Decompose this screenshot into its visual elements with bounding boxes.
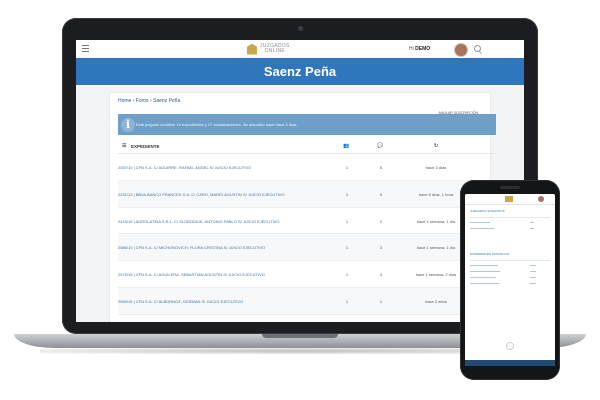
- refresh-icon: ↻: [434, 143, 439, 149]
- username: DEMO: [415, 46, 431, 52]
- expediente-link[interactable]: 2569/15 | CFN S.A. C/ ALBORNOZ, GERMAN S…: [118, 299, 243, 304]
- expedientes-table: ☰ EXPEDIENTE 👥 💬 ↻ 2057/15 | CFN S.A. C/…: [118, 139, 496, 322]
- search-icon[interactable]: [474, 45, 481, 52]
- table-row[interactable]: 2231/12 | BBVA BANCO FRANCES S.A. C/ CAR…: [118, 180, 496, 208]
- phone-section-expedientes: EXPEDIENTES SUSCRITOS: [470, 252, 510, 256]
- comments-count: 3: [379, 245, 383, 251]
- logo-text: JUZGADOS ONLINE: [260, 43, 290, 54]
- breadcrumb[interactable]: Home › Foros › Saenz Peña: [118, 98, 180, 104]
- expediente-link[interactable]: 2057/15 | CFN S.A. C/ AGUIRRE, RAFAEL AN…: [118, 165, 251, 170]
- page-banner: Saenz Peña: [76, 58, 524, 85]
- users-icon: 👥: [343, 143, 350, 149]
- app-logo[interactable]: JUZGADOS ONLINE: [247, 42, 290, 56]
- followers-count: 1: [345, 191, 349, 197]
- updated-time: hace 1 semana, 2 días: [415, 272, 457, 278]
- comments-icon: 💬: [377, 143, 384, 149]
- info-alert: i Este juzgado contiene 10 expedientes y…: [118, 114, 496, 135]
- comments-count: 5: [379, 165, 383, 170]
- phone-avatar[interactable]: [538, 196, 544, 202]
- col-expediente[interactable]: EXPEDIENTE: [131, 144, 160, 149]
- updated-time: hace 3 días: [425, 165, 447, 170]
- expediente-link[interactable]: 2231/12 | BBVA BANCO FRANCES S.A. C/ CAR…: [118, 192, 285, 197]
- table-header: ☰ EXPEDIENTE 👥 💬 ↻: [118, 139, 496, 154]
- comments-count: 9: [379, 191, 383, 197]
- divider: [470, 260, 550, 261]
- followers-count: 1: [345, 165, 349, 170]
- expediente-link[interactable]: 2415/15 | AGROLATINA S.R.L. C/ SLOBODIUK…: [118, 219, 280, 224]
- table-row[interactable]: 2569/15 | CFN S.A. C/ ALBORNOZ, GERMAN S…: [118, 287, 496, 315]
- updated-time: hace 1 semana, 1 día: [416, 218, 456, 224]
- followers-count: 1: [345, 298, 349, 304]
- updated-time: hace 2 años: [425, 298, 447, 304]
- app-header: JUZGADOS ONLINE Hi DEMO: [76, 40, 524, 59]
- table-row[interactable]: 2057/15 | CFN S.A. C/ AGUIRRE, RAFAEL AN…: [118, 154, 496, 181]
- info-icon: i: [121, 118, 135, 132]
- courthouse-icon: [247, 43, 257, 55]
- user-greeting: Hi DEMO: [409, 46, 431, 52]
- avatar[interactable]: [454, 43, 468, 57]
- updated-time: hace 1 semana, 1 día: [416, 245, 456, 251]
- phone-section-juzgados: JUZGADOS SUSCRITOS: [470, 209, 505, 213]
- loading-icon: [506, 342, 514, 350]
- phone-logo: [505, 196, 513, 202]
- expediente-link[interactable]: 2586/15 | CFN S.A. C/ MICHONOVICH, FLORA…: [118, 245, 265, 250]
- table-row[interactable]: 2415/15 | AGROLATINA S.R.L. C/ SLOBODIUK…: [118, 208, 496, 235]
- expediente-link[interactable]: 2575/15 | CFN S.A. C/ AGUILERA, SEBASTIA…: [118, 272, 265, 277]
- laptop-screen: JUZGADOS ONLINE Hi DEMO Saenz Peña Home …: [76, 40, 524, 322]
- phone-speaker: [500, 186, 520, 189]
- phone-frame: JUZGADOS SUSCRITOS EXPEDIENTES SUSCRITOS: [460, 180, 560, 380]
- divider: [470, 217, 550, 218]
- followers-count: 1: [345, 245, 349, 251]
- phone-header: [465, 194, 555, 205]
- menu-icon[interactable]: [82, 45, 89, 52]
- comments-count: 2: [379, 218, 383, 224]
- phone-screen: JUZGADOS SUSCRITOS EXPEDIENTES SUSCRITOS: [465, 194, 555, 366]
- table-row[interactable]: 2560/15 | AGROLATINA S.R.L. C/ BERNAL AR…: [118, 315, 496, 322]
- list-icon: ☰: [122, 143, 127, 149]
- list-item[interactable]: [470, 281, 550, 287]
- followers-count: 1: [345, 218, 349, 224]
- comments-count: 1: [379, 298, 383, 304]
- page-title: Saenz Peña: [263, 64, 337, 79]
- laptop-notch: [262, 334, 338, 338]
- laptop-camera: [298, 26, 303, 31]
- updated-time: hace 5 días, 1 hora: [418, 191, 454, 197]
- table-row[interactable]: 2586/15 | CFN S.A. C/ MICHONOVICH, FLORA…: [118, 234, 496, 262]
- info-text: Este juzgado contiene 10 expedientes y 2…: [136, 122, 298, 127]
- comments-count: 3: [379, 272, 383, 278]
- followers-count: 1: [345, 272, 349, 278]
- content-card: Home › Foros › Saenz Peña ANULAR SUSCRIP…: [110, 93, 496, 322]
- list-item[interactable]: [470, 226, 550, 232]
- table-row[interactable]: 2575/15 | CFN S.A. C/ AGUILERA, SEBASTIA…: [118, 261, 496, 288]
- phone-footer: [465, 360, 555, 366]
